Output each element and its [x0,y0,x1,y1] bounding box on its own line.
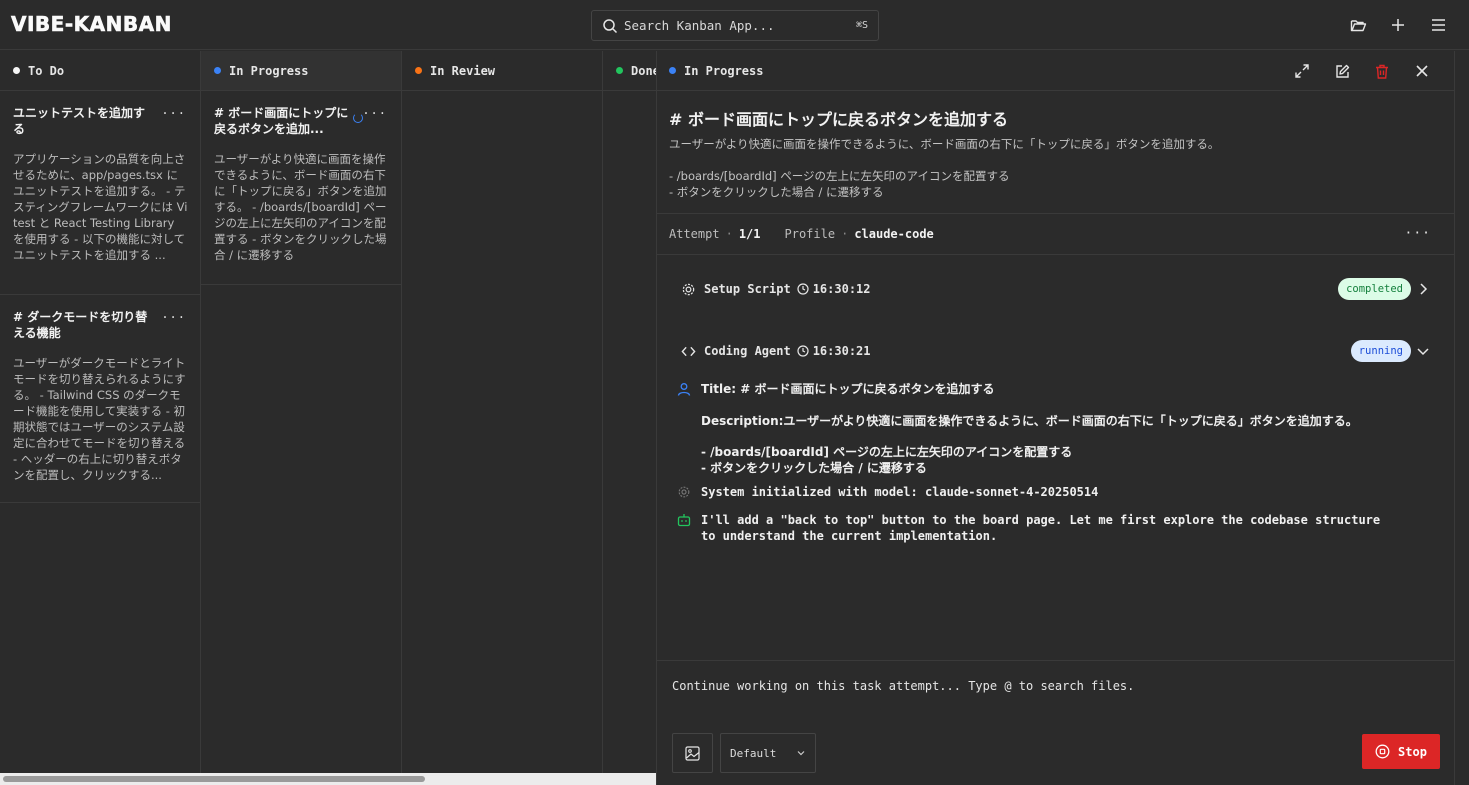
process-time: 16:30:12 [812,282,871,296]
expand-icon[interactable] [1292,61,1312,81]
select-value: Default [730,746,777,760]
task-bullet: - /boards/[boardId] ページの左上に左矢印のアイコンを配置する [669,169,1010,183]
attempt-value[interactable]: 1/1 [739,227,761,241]
app-logo[interactable]: VIBE-KANBAN [11,12,172,37]
log-user-bullet: - /boards/[boardId] ページの左上に左矢印のアイコンを配置する [701,445,1073,459]
process-setup-script[interactable]: Setup Script 16:30:12 completed [681,277,1441,301]
follow-up-composer: Continue working on this task attempt...… [657,660,1455,785]
log-entry-user: Title: # ボード画面にトップに戻るボタンを追加する Descriptio… [677,382,1437,476]
card-description: ユーザーがダークモードとライトモードを切り替えられるようにする。 - Tailw… [13,356,186,482]
status-dot [415,67,422,74]
process-coding-agent[interactable]: Coding Agent 16:30:21 running [681,339,1441,363]
task-detail-panel: In Progress # ボード画面にトップに戻るボタンを追加する ユーザーが… [656,51,1469,785]
panel-header: In Progress [657,51,1469,91]
stop-button[interactable]: Stop [1362,734,1440,769]
clock-icon [797,283,809,295]
close-icon[interactable] [1412,61,1432,81]
attempt-bar: Attempt · 1/1 Profile · claude-code ··· [657,213,1455,255]
column-title: Done [631,63,656,78]
column-todo: To Do ユニットテストを追加する ... アプリケーションの品質を向上させる… [0,51,201,773]
search-input[interactable]: Search Kanban App... ⌘S [591,10,879,41]
chevron-down-icon[interactable] [1415,343,1431,359]
attempt-label: Attempt [669,227,720,241]
attempt-menu-button[interactable]: ··· [1405,226,1431,241]
image-icon [685,745,700,761]
profile-variant-select[interactable]: Default [720,733,816,773]
task-bullet: - ボタンをクリックした場合 / に遷移する [669,185,884,199]
search-icon [603,18,618,33]
task-title: # ボード画面にトップに戻るボタンを追加する [669,110,1008,129]
card-menu-button[interactable]: ... [161,307,186,321]
process-time: 16:30:21 [812,344,871,358]
task-description-text: ユーザーがより快適に画面を操作できるように、ボード画面の右下に「トップに戻る」ボ… [669,137,1220,151]
column-header-todo: To Do [0,51,200,91]
kanban-board: To Do ユニットテストを追加する ... アプリケーションの品質を向上させる… [0,51,656,773]
column-header-in-review: In Review [402,51,602,91]
gear-icon [682,283,695,295]
settings-icon [678,486,690,498]
log-entry-system: System initialized with model: claude-so… [677,485,1437,501]
log-user-title: Title: # ボード画面にトップに戻るボタンを追加する [701,382,995,396]
log-user-bullet: - ボタンをクリックした場合 / に遷移する [701,460,927,475]
column-in-progress: In Progress # ボード画面にトップに戻るボタンを追加... ... … [201,51,402,773]
column-in-review: In Review [402,51,603,773]
task-card[interactable]: # ダークモードを切り替える機能 ... ユーザーがダークモードとライトモードを… [0,295,200,503]
status-dot [13,67,20,74]
scrollbar-thumb[interactable] [3,776,425,782]
separator: · [725,227,733,241]
chevron-right-icon[interactable] [1415,281,1431,297]
task-card[interactable]: # ボード画面にトップに戻るボタンを追加... ... ユーザーがより快適に画面… [201,91,401,285]
log-system-text: System initialized with model: claude-so… [701,485,1099,499]
search-placeholder: Search Kanban App... [624,18,775,33]
profile-value: claude-code [854,227,934,241]
menu-icon[interactable] [1428,15,1448,35]
column-header-in-progress: In Progress [201,51,401,91]
status-dot [214,67,221,74]
column-title: In Progress [229,63,309,78]
panel-scrollbar[interactable] [1454,51,1469,785]
folder-open-icon[interactable] [1348,15,1368,35]
column-title: In Review [430,63,496,78]
follow-up-input[interactable]: Continue working on this task attempt...… [672,679,1134,693]
profile-label: Profile [784,227,836,241]
plus-icon[interactable] [1388,15,1408,35]
stop-label: Stop [1398,744,1427,759]
status-badge: completed [1338,278,1411,300]
card-description: アプリケーションの品質を向上させるために、app/pages.tsx にユニット… [13,152,188,262]
separator: · [841,227,849,241]
board-horizontal-scrollbar[interactable] [0,773,656,785]
process-name: Coding Agent [704,344,791,358]
card-menu-button[interactable]: ... [161,103,186,117]
top-bar: VIBE-KANBAN Search Kanban App... ⌘S [0,0,1469,50]
attach-image-button[interactable] [672,733,713,773]
column-done: Done [603,51,656,773]
clock-icon [797,345,809,357]
card-menu-button[interactable]: ... [362,103,387,117]
status-dot [669,67,676,74]
stop-icon [1375,744,1390,759]
task-card[interactable]: ユニットテストを追加する ... アプリケーションの品質を向上させるために、ap… [0,91,200,295]
card-description: ユーザーがより快適に画面を操作できるように、ボード画面の右下に「トップに戻る」ボ… [214,152,387,262]
panel-status: In Progress [684,63,764,78]
column-header-done: Done [603,51,656,91]
process-name: Setup Script [704,282,791,296]
column-title: To Do [28,63,65,78]
search-shortcut: ⌘S [855,20,868,31]
log-entry-assistant: I'll add a "back to top" button to the b… [677,513,1437,544]
log-assistant-text: I'll add a "back to top" button to the b… [701,513,1381,543]
status-badge: running [1350,340,1411,362]
status-dot [616,67,623,74]
code-icon [681,346,696,356]
task-description: ユーザーがより快適に画面を操作できるように、ボード画面の右下に「トップに戻る」ボ… [669,136,1219,200]
edit-icon[interactable] [1332,61,1352,81]
trash-icon[interactable] [1372,61,1392,81]
bot-icon [677,514,691,527]
log-user-description: Description:ユーザーがより快適に画面を操作できるように、ボード画面の… [701,413,1358,428]
chevron-down-icon [797,751,805,756]
user-icon [677,383,691,396]
